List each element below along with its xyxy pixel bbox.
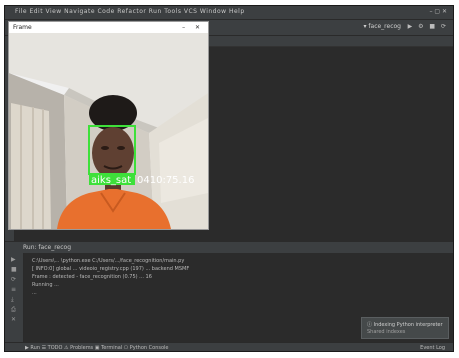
event-log-button[interactable]: Event Log (420, 345, 445, 351)
camera-window-controls[interactable]: – ✕ (182, 24, 204, 31)
window-controls[interactable]: – ▢ ✕ (429, 8, 447, 15)
restart-icon[interactable]: ⟳ (11, 277, 23, 283)
stop-icon[interactable]: ■ (11, 267, 23, 273)
curtain (11, 103, 51, 229)
status-bar: ▶ Run ☰ TODO ⚠ Problems ▣ Terminal ⎔ Pyt… (5, 342, 453, 351)
person-face (92, 127, 134, 179)
console-line: Running ... (32, 282, 59, 288)
rerun-icon[interactable]: ▶ (11, 257, 23, 263)
run-config-select[interactable]: ▾ face_recog (363, 23, 401, 30)
console-line: ... (32, 290, 37, 296)
camera-window[interactable]: Frame – ✕ aiks_sat 0410:75.16 (8, 21, 209, 230)
camera-window-title: Frame (13, 24, 32, 31)
detection-label-score: 0410:75.16 (137, 175, 194, 186)
main-menu[interactable]: File Edit View Navigate Code Refactor Ru… (15, 8, 245, 15)
toolbar-icons[interactable]: ▶ ⚙ ■ ⟳ (408, 23, 448, 30)
notification-body[interactable]: Shared indexes (367, 329, 405, 335)
notification-balloon[interactable]: ⓘ Indexing Python interpreter Shared ind… (361, 317, 449, 339)
run-tab[interactable]: Run: face_recog (23, 244, 71, 251)
console-line: C:\Users\... \python.exe C:/Users/.../fa… (32, 258, 185, 264)
console-line: [ INFO:0] global ... videoio_registry.cp… (32, 266, 190, 272)
camera-frame: aiks_sat 0410:75.16 (9, 33, 208, 229)
editor-tab-bar[interactable] (205, 36, 453, 47)
tool-window-tabs[interactable]: ▶ Run ☰ TODO ⚠ Problems ▣ Terminal ⎔ Pyt… (25, 345, 169, 351)
notification-title: ⓘ Indexing Python interpreter (367, 322, 443, 328)
ide-title-bar: File Edit View Navigate Code Refactor Ru… (5, 6, 453, 20)
scroll-end-icon[interactable]: ⤓ (11, 297, 23, 303)
detection-label-name: aiks_sat (91, 175, 131, 186)
close-icon[interactable]: ✕ (11, 317, 23, 323)
soft-wrap-icon[interactable]: ≡ (11, 287, 23, 293)
console-line: Frame : detected - face_recognition (0.7… (32, 274, 152, 280)
print-icon[interactable]: ⎙ (11, 307, 23, 313)
console-side-toolbar: ▶ ■ ⟳ ≡ ⤓ ⎙ ✕ (5, 253, 24, 342)
